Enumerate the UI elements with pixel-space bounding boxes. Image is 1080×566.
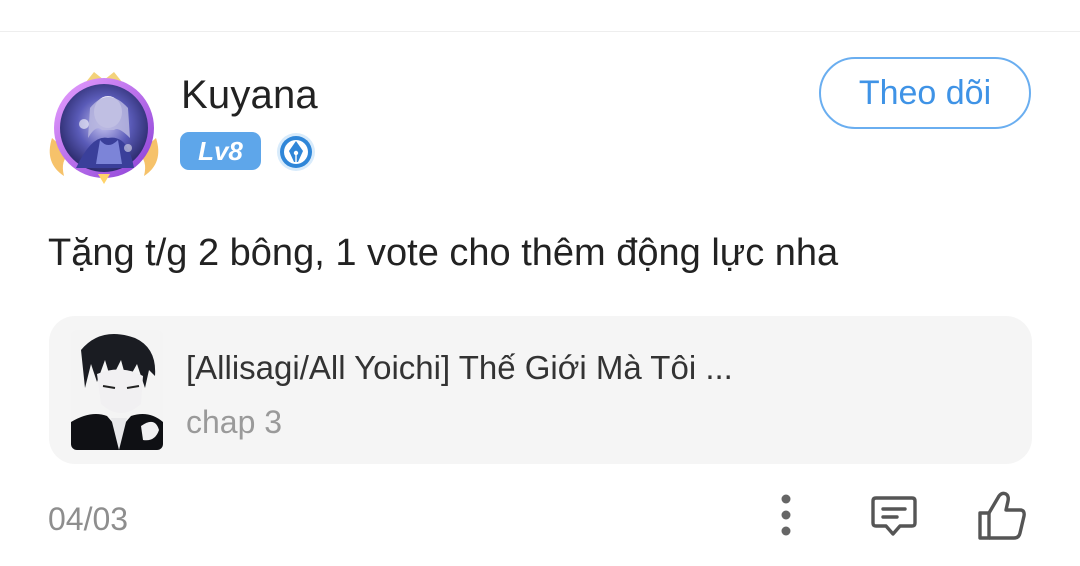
story-card[interactable]: [Allisagi/All Yoichi] Thế Giới Mà Tôi ..… xyxy=(49,316,1032,464)
user-avatar[interactable] xyxy=(42,68,166,188)
more-vertical-icon[interactable] xyxy=(770,492,802,538)
comment-date: 04/03 xyxy=(48,501,129,537)
top-divider xyxy=(0,31,1080,32)
username[interactable]: Kuyana xyxy=(181,72,318,118)
story-title: [Allisagi/All Yoichi] Thế Giới Mà Tôi ..… xyxy=(186,349,733,386)
follow-button[interactable]: Theo dõi xyxy=(819,57,1031,129)
story-cover-image xyxy=(71,330,163,450)
comment-icon[interactable] xyxy=(870,492,918,540)
story-chapter: chap 3 xyxy=(186,404,283,440)
level-badge: Lv8 xyxy=(180,132,261,170)
writer-pen-badge-icon xyxy=(276,132,316,172)
avatar-image xyxy=(49,72,159,184)
thumbs-up-icon[interactable] xyxy=(975,490,1029,542)
comment-text: Tặng t/g 2 bông, 1 vote cho thêm động lự… xyxy=(48,232,839,274)
